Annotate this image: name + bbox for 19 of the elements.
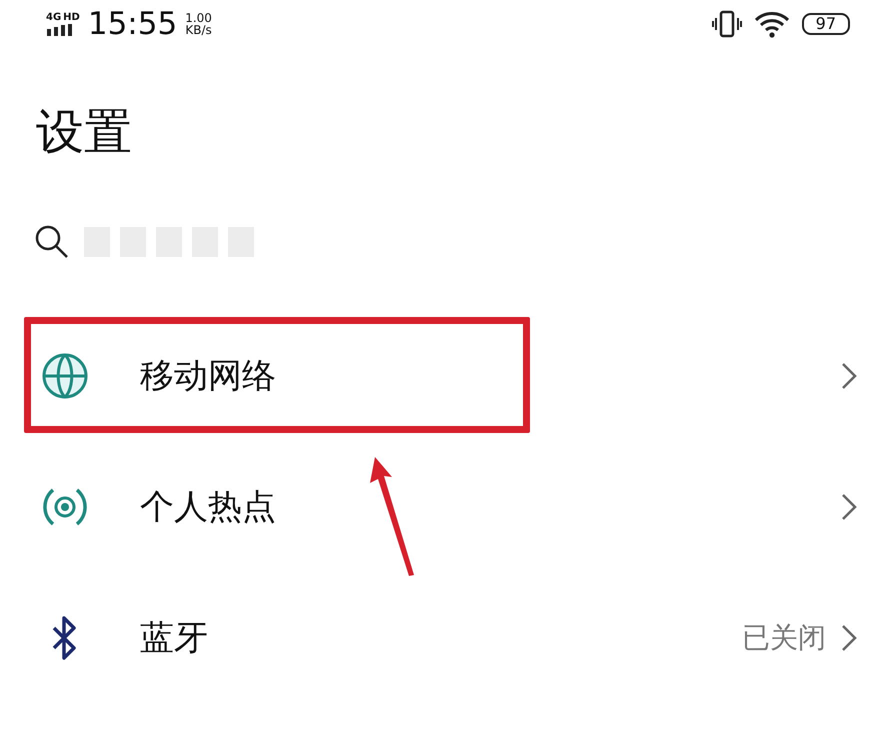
signal-icon [46,24,72,36]
settings-item[interactable]: 移动网络 [0,310,890,441]
hd-label: HD [63,12,80,22]
settings-item[interactable]: 个人热点 [0,441,890,572]
chevron-icon [840,492,858,522]
wifi-icon [754,10,790,38]
page-title: 设置 [36,103,133,162]
settings-item[interactable]: 蓝牙 已关闭 [0,572,890,703]
status-value: 已关闭 [742,620,826,656]
clock: 15:55 [88,7,178,41]
chevron-icon [840,360,858,390]
globe-icon [40,350,90,400]
vibrate-icon [712,10,742,38]
battery-level: 97 [802,13,850,35]
chevron-icon [840,622,858,652]
network-type: 4G [46,12,62,22]
search-icon [34,224,70,260]
speed-value: 1.00 [185,12,212,24]
speed-unit: KB/s [185,24,212,36]
